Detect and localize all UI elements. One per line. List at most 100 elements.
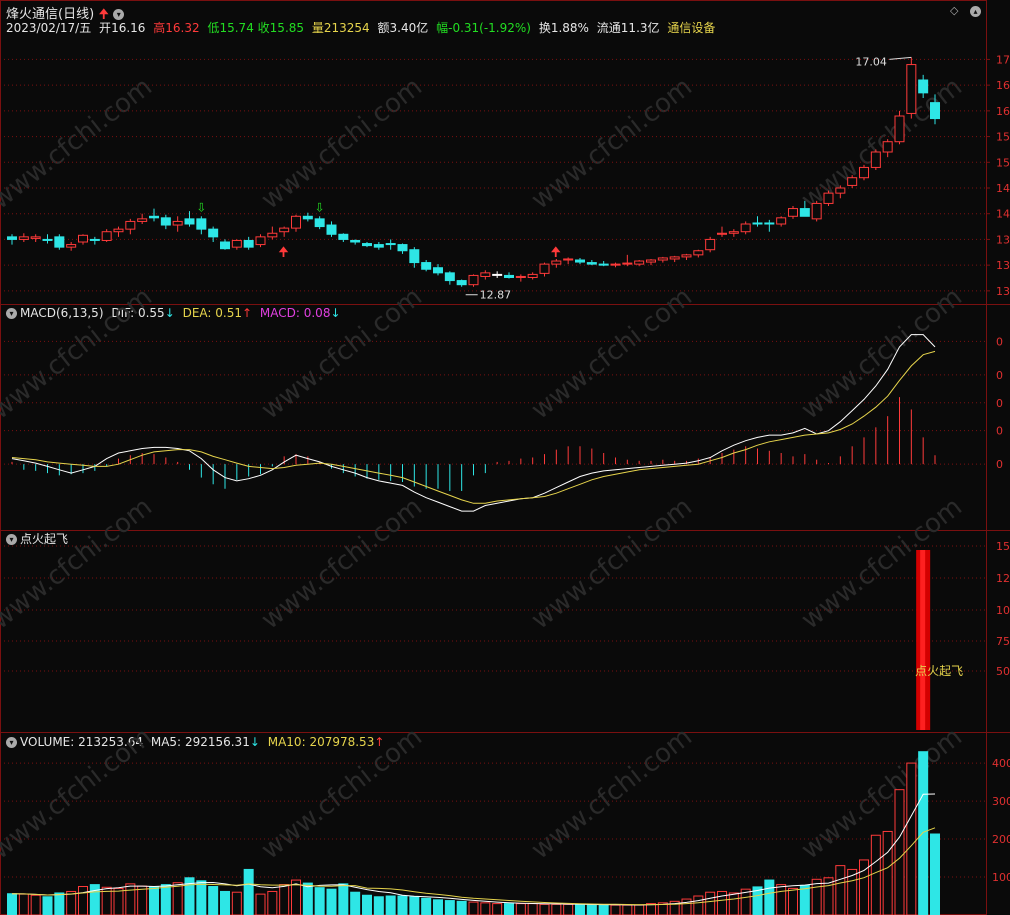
volume-bar-44	[527, 903, 538, 915]
candle-body-12	[149, 215, 159, 219]
volume-bar-22	[267, 890, 278, 915]
candle-body-56	[669, 256, 680, 260]
volume-bar-54	[646, 903, 656, 915]
candle-body-78	[930, 102, 940, 120]
candle-body-7	[89, 238, 100, 241]
buy-arrow-icon-0: 🠉	[278, 245, 289, 260]
candle-body-19	[231, 239, 242, 248]
watermark-text-12: www.cfchi.com	[0, 722, 158, 866]
volume-bar-47	[563, 903, 574, 915]
candle-body-27	[326, 224, 337, 235]
candle-body-39	[468, 274, 479, 286]
volume-bar-17	[208, 886, 219, 915]
candle-body-17	[208, 228, 219, 238]
low-marker-label: 12.87	[480, 289, 512, 302]
vol-tick-label-3: 100	[992, 871, 1010, 884]
volume-bar-59	[705, 891, 716, 915]
volume-bar-1	[18, 893, 29, 915]
volume-bar-51	[610, 904, 621, 915]
candle-body-3	[42, 238, 53, 241]
macd-tick-label-2: 0	[996, 397, 1003, 410]
dif-line	[11, 334, 936, 512]
candle-body-32	[385, 243, 396, 246]
candle-body-66	[788, 208, 798, 217]
volume-bar-41	[492, 903, 503, 915]
volume-bar-25	[302, 882, 313, 915]
candle-body-37	[444, 272, 455, 282]
volume-bar-6	[78, 886, 88, 915]
price-tick-label-1: 16	[996, 79, 1010, 92]
candle-body-49	[586, 262, 597, 265]
volume-bar-77	[918, 751, 929, 915]
sell-arrow-icon-0: ⇩	[196, 201, 206, 215]
signal-tick-label-4: 50	[996, 665, 1010, 678]
candle-body-43	[515, 275, 526, 278]
volume-bar-45	[539, 903, 550, 915]
watermark-text-1: www.cfchi.com	[256, 72, 428, 216]
macd-tick-label-3: 0	[996, 425, 1003, 438]
volume-bar-48	[575, 904, 585, 915]
candle-body-23	[279, 227, 290, 233]
candle-body-48	[575, 259, 585, 263]
candle-body-67	[799, 208, 810, 217]
price-tick-label-3: 15	[996, 131, 1010, 144]
watermark-text-9: www.cfchi.com	[256, 492, 428, 636]
volume-bar-28	[338, 883, 349, 915]
candle-body-71	[847, 177, 858, 186]
watermark-text-0: www.cfchi.com	[0, 72, 158, 216]
price-tick-label-2: 16	[996, 105, 1010, 118]
candle-body-59	[705, 238, 716, 251]
candle-body-26	[314, 218, 325, 228]
watermark-text-13: www.cfchi.com	[256, 722, 428, 866]
volume-bar-18	[220, 890, 230, 915]
candle-body-57	[681, 254, 692, 258]
vol-tick-label-1: 300	[992, 795, 1010, 808]
signal-tick-label-1: 12	[996, 572, 1010, 585]
candle-body-42	[504, 274, 514, 278]
volume-bar-34	[409, 896, 420, 915]
volume-bar-53	[634, 904, 645, 915]
volume-bar-2	[30, 894, 41, 915]
stock-chart-svg[interactable]: www.cfchi.com www.cfchi.com www.cfchi.com w…	[0, 0, 1010, 915]
volume-bar-64	[764, 879, 775, 915]
volume-bar-32	[385, 895, 396, 915]
watermark-text-5: www.cfchi.com	[256, 282, 428, 426]
candle-body-75	[894, 115, 905, 143]
volume-bar-14	[172, 882, 183, 915]
volume-bar-40	[480, 902, 491, 915]
signal-bar-label: 点火起飞	[915, 664, 963, 678]
volume-bar-21	[255, 893, 266, 915]
candle-body-38	[456, 280, 467, 286]
volume-bar-36	[433, 899, 443, 915]
candle-body-0	[7, 236, 17, 240]
candle-body-77	[918, 79, 929, 94]
watermark-text-2: www.cfchi.com	[526, 72, 698, 216]
signal-tick-label-3: 75	[996, 635, 1010, 648]
signal-tick-label-0: 15	[996, 540, 1010, 553]
candle-body-35	[421, 262, 432, 270]
candle-body-58	[693, 250, 704, 256]
candle-body-51	[610, 263, 621, 266]
price-tick-label-0: 17	[996, 53, 1010, 66]
volume-bar-10	[125, 883, 136, 915]
price-tick-label-9: 13	[996, 285, 1010, 298]
watermark-text-4: www.cfchi.com	[0, 282, 158, 426]
candle-body-15	[184, 218, 195, 225]
volume-bar-73	[870, 834, 881, 915]
volume-bar-11	[137, 885, 148, 915]
candle-body-33	[397, 244, 408, 252]
candle-body-44	[527, 273, 538, 278]
watermark-text-15: www.cfchi.com	[796, 722, 968, 866]
volume-bar-31	[373, 896, 384, 915]
volume-bar-39	[468, 901, 479, 915]
candle-body-9	[113, 228, 124, 233]
volume-bar-13	[160, 884, 171, 915]
volume-bar-29	[350, 891, 361, 915]
buy-arrow-icon-1: 🠉	[550, 245, 561, 260]
volume-bar-33	[397, 895, 408, 915]
macd-tick-label-4: 0	[996, 458, 1003, 471]
candle-body-60	[717, 232, 727, 235]
volume-bar-37	[444, 900, 455, 915]
candle-body-22	[267, 232, 278, 238]
volume-bar-61	[728, 892, 739, 915]
